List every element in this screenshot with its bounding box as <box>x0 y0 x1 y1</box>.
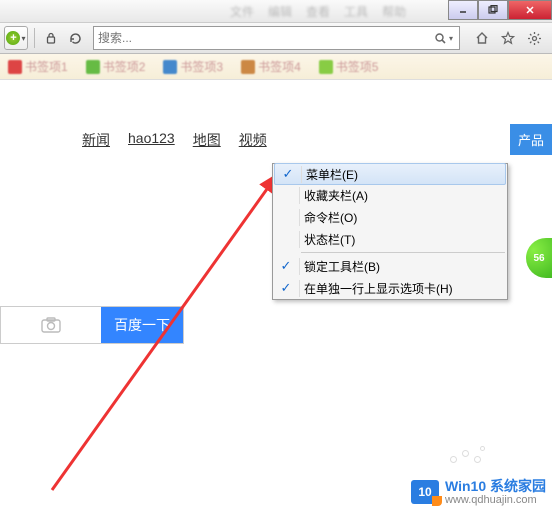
baidu-search-bar: 百度一下 <box>0 306 184 344</box>
menu-blur-item: 查看 <box>306 3 330 20</box>
watermark-url: www.qdhuajin.com <box>445 494 546 506</box>
menu-separator <box>301 252 505 253</box>
page-content: 新闻 hao123 地图 视频 产品 56 百度一下 ✓ 菜单栏(E) 收藏夹栏… <box>0 80 552 510</box>
toolbar-context-menu: ✓ 菜单栏(E) 收藏夹栏(A) 命令栏(O) 状态栏(T) ✓ 锁定工具栏(B… <box>272 163 508 300</box>
menu-item-menubar[interactable]: ✓ 菜单栏(E) <box>274 163 506 185</box>
check-icon: ✓ <box>273 280 299 296</box>
menu-item-label: 收藏夹栏(A) <box>299 187 507 204</box>
search-go-button[interactable]: ▾ <box>432 32 455 45</box>
decorative-dots <box>432 450 522 470</box>
camera-icon[interactable] <box>1 307 101 343</box>
right-icons <box>468 28 548 48</box>
check-icon: ✓ <box>273 258 299 274</box>
baidu-search-button[interactable]: 百度一下 <box>101 307 183 343</box>
lock-icon[interactable] <box>41 28 61 48</box>
bookmark-item[interactable]: 书签项3 <box>163 58 223 75</box>
green-accelerator-ball[interactable]: 56 <box>526 238 552 278</box>
nav-link-map[interactable]: 地图 <box>193 130 221 150</box>
menu-item-status-bar[interactable]: 状态栏(T) <box>273 228 507 250</box>
menu-item-favorites-bar[interactable]: 收藏夹栏(A) <box>273 184 507 206</box>
menu-item-label: 菜单栏(E) <box>301 166 505 183</box>
menu-item-label: 在单独一行上显示选项卡(H) <box>299 280 507 297</box>
nav-link-hao123[interactable]: hao123 <box>128 130 175 150</box>
nav-link-video[interactable]: 视频 <box>239 130 267 150</box>
chevron-down-icon: ▾ <box>449 34 453 43</box>
bookmark-item[interactable]: 书签项1 <box>8 58 68 75</box>
menu-blur-item: 工具 <box>344 3 368 20</box>
search-box: ▾ <box>93 26 460 50</box>
menu-item-tabs-separate-row[interactable]: ✓ 在单独一行上显示选项卡(H) <box>273 277 507 299</box>
baidu-nav: 新闻 hao123 地图 视频 <box>82 130 267 150</box>
bookmark-item[interactable]: 书签项4 <box>241 58 301 75</box>
menu-item-lock-toolbars[interactable]: ✓ 锁定工具栏(B) <box>273 255 507 277</box>
home-icon[interactable] <box>472 28 492 48</box>
nav-link-news[interactable]: 新闻 <box>82 130 110 150</box>
new-tab-button[interactable]: + ▾ <box>4 26 28 50</box>
product-button[interactable]: 产品 <box>510 124 552 155</box>
gear-icon[interactable] <box>524 28 544 48</box>
check-icon: ✓ <box>275 166 301 182</box>
toolbar: + ▾ ▾ <box>0 22 552 54</box>
search-input[interactable] <box>98 31 432 45</box>
menu-item-label: 命令栏(O) <box>299 209 507 226</box>
menu-item-label: 锁定工具栏(B) <box>299 258 507 275</box>
menu-bar-blurred: 文件 编辑 查看 工具 帮助 <box>0 0 552 22</box>
menu-item-label: 状态栏(T) <box>299 231 507 248</box>
star-icon[interactable] <box>498 28 518 48</box>
bookmark-item[interactable]: 书签项2 <box>86 58 146 75</box>
menu-blur-item: 编辑 <box>268 3 292 20</box>
plus-icon: + <box>6 31 20 45</box>
close-button[interactable] <box>508 0 552 20</box>
bookmark-item[interactable]: 书签项5 <box>319 58 379 75</box>
maximize-button[interactable] <box>478 0 508 20</box>
chevron-down-icon: ▾ <box>21 34 25 43</box>
watermark-logo: 10 <box>411 480 439 504</box>
refresh-icon[interactable] <box>65 28 85 48</box>
watermark: 10 Win10 系统家园 www.qdhuajin.com <box>411 479 546 506</box>
watermark-title: Win10 系统家园 <box>445 479 546 494</box>
bookmark-bar: 书签项1 书签项2 书签项3 书签项4 书签项5 <box>0 54 552 80</box>
menu-blur-item: 帮助 <box>382 3 406 20</box>
separator <box>34 28 35 48</box>
menu-blur-item: 文件 <box>230 3 254 20</box>
minimize-button[interactable] <box>448 0 478 20</box>
magnifier-icon <box>434 32 447 45</box>
menu-item-command-bar[interactable]: 命令栏(O) <box>273 206 507 228</box>
window-controls <box>448 0 552 20</box>
